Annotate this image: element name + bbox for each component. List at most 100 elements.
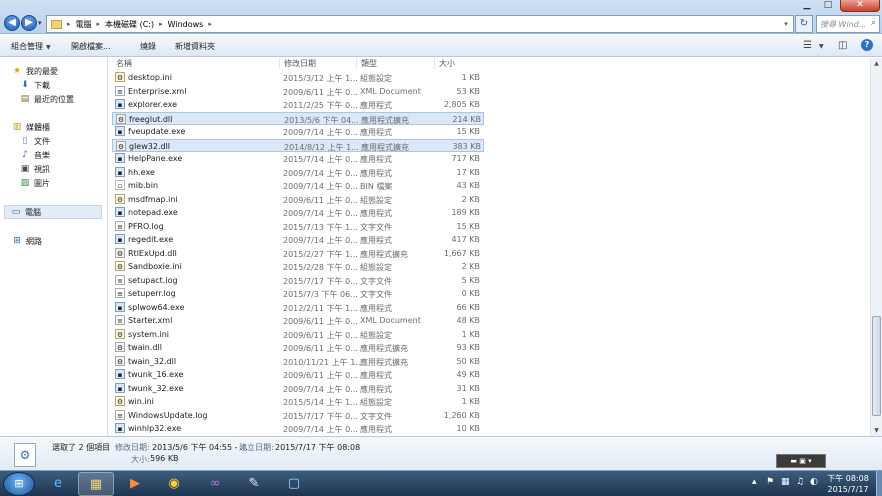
file-row[interactable]: ≡ setuperr.log 2015/7/3 下午 06... 文字文件 0 KB xyxy=(112,287,484,300)
file-row[interactable]: ⚙ msdfmap.ini 2009/6/11 上午 0... 組態設定 2 KB xyxy=(112,193,484,206)
breadcrumb-separator-icon[interactable]: ▸ xyxy=(67,20,71,28)
nav-recent-places[interactable]: ▤ 最近的位置 xyxy=(20,93,74,105)
visual-studio-icon[interactable]: ∞ xyxy=(197,472,233,496)
help-icon[interactable]: ? xyxy=(861,39,873,51)
file-row[interactable]: ⚙ RtlExUpd.dll 2015/2/27 下午 1... 應用程式擴充 1,66… xyxy=(112,247,484,260)
file-row[interactable]: ≡ PFRO.log 2015/7/13 下午 1... 文字文件 15 KB xyxy=(112,220,484,233)
file-row[interactable]: ⚙ desktop.ini 2015/3/12 上午 1... 組態設定 1 KB xyxy=(112,71,484,84)
exe-file-icon: ▪ xyxy=(115,382,125,393)
file-row[interactable]: ▫ mib.bin 2009/7/14 上午 0... BIN 檔案 43 KB xyxy=(112,179,484,192)
file-row[interactable]: ▪ regedit.exe 2009/7/14 上午 0... 應用程式 417 KB xyxy=(112,233,484,246)
flag-icon[interactable]: ⚑ xyxy=(766,477,774,487)
nav-music[interactable]: ♪ 音樂 xyxy=(20,149,50,161)
column-header-type[interactable]: 類型 xyxy=(361,58,377,69)
file-type: 應用程式 xyxy=(360,236,392,245)
open-button[interactable]: 開啟檔案... xyxy=(71,41,111,52)
language-bar[interactable]: ▬ ▣ ▾ xyxy=(776,454,826,468)
column-divider[interactable] xyxy=(279,58,280,69)
app-window-icon[interactable]: ▢ xyxy=(276,472,312,496)
file-row[interactable]: ≡ setupact.log 2015/7/17 下午 0... 文字文件 5 KB xyxy=(112,274,484,287)
file-size: 53 KB xyxy=(456,86,480,96)
tray-expand-icon[interactable]: ▴ xyxy=(752,477,757,487)
column-divider[interactable] xyxy=(356,58,357,69)
scrollbar-thumb[interactable] xyxy=(872,316,881,416)
star-icon: ★ xyxy=(12,66,22,76)
recent-pages-chevron-icon[interactable]: ▾ xyxy=(38,19,42,27)
organize-button[interactable]: 組合管理 ▼ xyxy=(11,41,51,52)
file-row[interactable]: ⚙ freeglut.dll 2013/5/6 下午 04... 應用程式擴充 214 … xyxy=(112,111,484,125)
file-explorer-icon[interactable]: ▦ xyxy=(78,472,114,496)
nav-downloads[interactable]: ⬇ 下載 xyxy=(20,79,50,91)
breadcrumb-separator-icon[interactable]: ▸ xyxy=(208,20,212,28)
internet-explorer-icon[interactable]: e xyxy=(40,472,76,496)
file-row[interactable]: ⚙ Sandboxie.ini 2015/2/28 下午 0... 組態設定 2 KB xyxy=(112,260,484,273)
preview-pane-icon[interactable]: ◫ xyxy=(838,40,847,51)
nav-pictures[interactable]: ▨ 圖片 xyxy=(20,177,50,189)
clock[interactable]: 下午 08:08 2015/7/17 xyxy=(822,473,874,495)
paint-icon[interactable]: ✎ xyxy=(236,472,272,496)
nav-videos[interactable]: ▣ 視訊 xyxy=(20,163,50,175)
breadcrumb-separator-icon[interactable]: ▸ xyxy=(159,20,163,28)
chrome-icon[interactable]: ◉ xyxy=(156,472,192,496)
volume-icon[interactable]: ♫ xyxy=(796,477,804,487)
breadcrumb-local-disk[interactable]: 本機磁碟 (C:) xyxy=(105,19,154,30)
nav-network[interactable]: ⊞ 網路 xyxy=(12,235,42,247)
column-header-date[interactable]: 修改日期 xyxy=(284,58,316,69)
nav-favorites[interactable]: ★ 我的最愛 xyxy=(12,65,58,77)
breadcrumb-computer[interactable]: 電腦 xyxy=(76,19,92,30)
breadcrumb-separator-icon[interactable]: ▸ xyxy=(97,20,101,28)
file-row[interactable]: ▪ winhlp32.exe 2009/7/14 上午 0... 應用程式 10 KB xyxy=(112,422,484,435)
minimize-button[interactable]: ▁ xyxy=(797,0,817,12)
file-row[interactable]: ▪ splwow64.exe 2012/2/11 下午 1... 應用程式 66 KB xyxy=(112,301,484,314)
file-row[interactable]: ▪ fveupdate.exe 2009/7/14 上午 0... 應用程式 15 KB xyxy=(112,125,484,138)
file-row[interactable]: ▪ notepad.exe 2009/7/14 上午 0... 應用程式 189 KB xyxy=(112,206,484,219)
view-options-icon[interactable]: ☰ xyxy=(803,40,812,51)
file-size: 2,805 KB xyxy=(443,100,480,109)
new-folder-button[interactable]: 新增資料夾 xyxy=(175,41,215,52)
address-bar[interactable]: ▸ 電腦 ▸ 本機磁碟 (C:) ▸ Windows ▸ ▾ xyxy=(46,15,794,33)
breadcrumb-windows[interactable]: Windows xyxy=(168,20,204,29)
vertical-scrollbar[interactable]: ▲ ▼ xyxy=(870,58,882,436)
file-size: 17 KB xyxy=(456,167,480,177)
show-desktop-button[interactable] xyxy=(876,471,882,496)
file-row[interactable]: ▪ twunk_32.exe 2009/7/14 上午 0... 應用程式 31 KB xyxy=(112,382,484,395)
file-row[interactable]: ⚙ system.ini 2009/6/11 上午 0... 組態設定 1 KB xyxy=(112,328,484,341)
file-row[interactable]: ⚙ win.ini 2015/5/14 上午 1... 組態設定 1 KB xyxy=(112,395,484,408)
file-row[interactable]: ▪ HelpPane.exe 2015/7/14 上午 0... 應用程式 717 KB xyxy=(112,152,484,165)
file-row[interactable]: ≡ WindowsUpdate.log 2015/7/17 下午 0... 文字文件 1… xyxy=(112,409,484,422)
column-divider[interactable] xyxy=(434,58,435,69)
view-dropdown-icon[interactable]: ▼ xyxy=(819,43,824,50)
sync-icon[interactable]: ◐ xyxy=(810,477,818,487)
network-tray-icon[interactable]: ▦ xyxy=(781,477,790,487)
media-player-icon[interactable]: ▶ xyxy=(117,472,153,496)
address-dropdown-icon[interactable]: ▾ xyxy=(779,20,793,28)
file-type: 應用程式擴充 xyxy=(360,357,408,367)
file-row[interactable]: ⚙ twain_32.dll 2010/11/21 上午 1... 應用程式擴充 50 … xyxy=(112,355,484,368)
scroll-up-icon[interactable]: ▲ xyxy=(871,58,882,69)
file-modified-date: 2009/7/14 上午 0... xyxy=(283,425,358,434)
file-modified-date: 2009/7/14 上午 0... xyxy=(283,209,358,218)
file-row[interactable]: ≡ Starter.xml 2009/6/11 上午 0... XML Documen… xyxy=(112,314,484,327)
forward-button[interactable]: ▶ xyxy=(21,15,37,31)
maximize-button[interactable]: □ xyxy=(818,0,838,12)
column-header-size[interactable]: 大小 xyxy=(439,58,455,69)
file-row[interactable]: ⚙ twain.dll 2009/6/11 上午 0... 應用程式擴充 93 KB xyxy=(112,341,484,354)
burn-button[interactable]: 燒錄 xyxy=(140,41,156,52)
file-row[interactable]: ▪ twunk_16.exe 2009/6/11 上午 0... 應用程式 49 KB xyxy=(112,368,484,381)
close-button[interactable]: ✕ xyxy=(840,0,880,12)
scroll-down-icon[interactable]: ▼ xyxy=(871,425,882,436)
refresh-button[interactable]: ↻ xyxy=(795,15,813,33)
file-row[interactable]: ▪ explorer.exe 2011/2/25 下午 0... 應用程式 2,805 … xyxy=(112,98,484,111)
search-input[interactable]: 搜尋 Wind... ⌕ xyxy=(816,15,880,33)
nav-libraries[interactable]: ▥ 媒體櫃 xyxy=(12,121,50,133)
back-button[interactable]: ◀ xyxy=(4,15,20,31)
nav-computer-label: 電腦 xyxy=(25,207,41,217)
file-row[interactable]: ⚙ glew32.dll 2014/8/12 上午 1... 應用程式擴充 383 KB xyxy=(112,138,484,152)
file-row[interactable]: ▪ hh.exe 2009/7/14 上午 0... 應用程式 17 KB xyxy=(112,166,484,179)
nav-documents[interactable]: ▯ 文件 xyxy=(20,135,50,147)
column-header-name[interactable]: 名稱 xyxy=(116,58,132,69)
nav-computer[interactable]: ▭ 電腦 xyxy=(4,205,102,219)
start-button[interactable]: ⊞ xyxy=(3,472,35,496)
file-name: freeglut.dll xyxy=(129,114,173,124)
file-row[interactable]: ≡ Enterprise.xml 2009/6/11 上午 0... XML Docu… xyxy=(112,85,484,98)
